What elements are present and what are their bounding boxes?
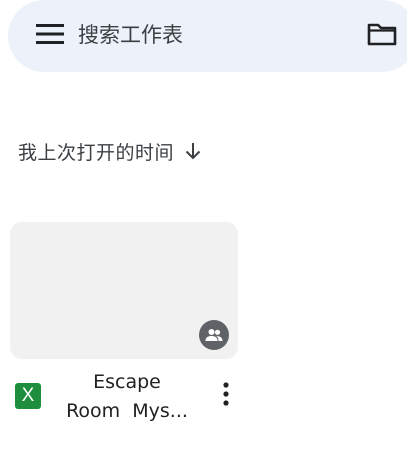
file-type-letter: X: [21, 385, 35, 406]
more-options-button[interactable]: [212, 380, 240, 412]
folder-button[interactable]: [362, 18, 402, 54]
people-icon: [199, 320, 229, 350]
sort-label: 我上次打开的时间: [18, 141, 175, 164]
file-thumbnail[interactable]: [10, 222, 238, 359]
sort-control[interactable]: 我上次打开的时间: [18, 136, 202, 166]
folder-icon: [367, 22, 397, 50]
menu-button[interactable]: [28, 18, 72, 54]
file-name-line-2: Room Mys...: [66, 400, 188, 422]
arrow-down-icon: [184, 141, 202, 161]
sheets-file-icon: X: [15, 383, 41, 409]
file-name[interactable]: Escape Room Mys...: [54, 368, 200, 426]
file-name-line-1: Escape: [93, 371, 161, 393]
menu-icon: [36, 23, 64, 49]
search-input[interactable]: 搜索工作表: [78, 20, 183, 50]
more-vert-icon: [223, 382, 229, 410]
